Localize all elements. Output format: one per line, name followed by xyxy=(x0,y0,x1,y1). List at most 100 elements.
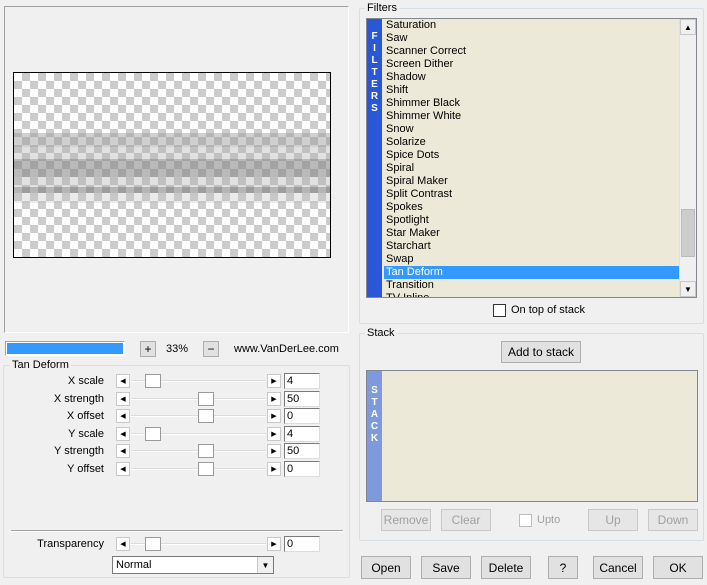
vertical-letter: S xyxy=(371,385,378,396)
param-slider[interactable]: ◀ ▶ xyxy=(116,443,281,460)
filter-item[interactable]: Snow xyxy=(384,123,679,136)
vanderlee-link[interactable]: www.VanDerLee.com xyxy=(234,342,339,356)
stack-list[interactable]: STACK xyxy=(366,370,698,502)
zoom-out-button[interactable]: − xyxy=(203,341,219,357)
delete-button[interactable]: Delete xyxy=(481,556,531,579)
zoom-value: 33% xyxy=(166,343,189,355)
param-value[interactable]: 0 xyxy=(284,461,320,477)
vertical-letter: S xyxy=(371,103,378,114)
param-value[interactable]: 0 xyxy=(284,408,320,425)
filter-item[interactable]: Swap xyxy=(384,253,679,266)
slider-left-icon[interactable]: ◀ xyxy=(116,391,130,406)
filter-item[interactable]: Tan Deform xyxy=(384,266,679,279)
params-title: Tan Deform xyxy=(10,359,71,371)
scroll-up-icon[interactable]: ▲ xyxy=(680,19,696,35)
param-value[interactable]: 50 xyxy=(284,390,320,407)
slider-left-icon[interactable]: ◀ xyxy=(116,537,130,551)
filter-item[interactable]: Spokes xyxy=(384,201,679,214)
slider-right-icon[interactable]: ▶ xyxy=(267,374,281,388)
stack-title: Stack xyxy=(365,327,397,339)
slider-thumb[interactable] xyxy=(198,409,214,424)
param-slider[interactable]: ◀ ▶ xyxy=(116,373,281,389)
param-slider[interactable]: ◀ ▶ xyxy=(116,425,281,442)
vertical-letter: T xyxy=(371,67,378,78)
vertical-letter: A xyxy=(370,409,379,420)
help-button[interactable]: ? xyxy=(548,556,578,579)
preview-band xyxy=(14,147,330,159)
blend-mode-value: Normal xyxy=(116,559,152,571)
filter-item[interactable]: Spiral Maker xyxy=(384,175,679,188)
slider-left-icon[interactable]: ◀ xyxy=(116,426,130,441)
filter-item[interactable]: Shimmer White xyxy=(384,110,679,123)
blend-mode-select[interactable]: Normal ▼ xyxy=(112,556,274,574)
filters-title: Filters xyxy=(365,2,399,14)
chevron-down-icon[interactable]: ▼ xyxy=(257,557,273,573)
vertical-letter: C xyxy=(370,421,379,432)
filter-item[interactable]: Star Maker xyxy=(384,227,679,240)
down-button[interactable]: Down xyxy=(648,509,698,531)
slider-right-icon[interactable]: ▶ xyxy=(267,409,281,424)
clear-button[interactable]: Clear xyxy=(441,509,491,531)
filter-item[interactable]: TV Inline xyxy=(384,292,679,297)
slider-right-icon[interactable]: ▶ xyxy=(267,426,281,441)
slider-right-icon[interactable]: ▶ xyxy=(267,444,281,459)
filter-item[interactable]: Saturation xyxy=(384,19,679,32)
filter-item[interactable]: Screen Dither xyxy=(384,58,679,71)
filter-item[interactable]: Spiral xyxy=(384,162,679,175)
ok-button[interactable]: OK xyxy=(653,556,703,579)
filter-item[interactable]: Split Contrast xyxy=(384,188,679,201)
cancel-button[interactable]: Cancel xyxy=(593,556,643,579)
param-value[interactable]: 4 xyxy=(284,425,320,442)
param-value[interactable]: 4 xyxy=(284,373,320,389)
remove-button[interactable]: Remove xyxy=(381,509,431,531)
transparency-slider[interactable]: ◀ ▶ xyxy=(116,536,281,552)
slider-thumb[interactable] xyxy=(198,462,214,476)
save-button[interactable]: Save xyxy=(421,556,471,579)
slider-thumb[interactable] xyxy=(198,391,214,406)
param-value[interactable]: 50 xyxy=(284,443,320,460)
on-top-checkbox[interactable] xyxy=(493,304,506,317)
filter-item[interactable]: Saw xyxy=(384,32,679,45)
zoom-in-button[interactable]: + xyxy=(140,341,156,357)
slider-right-icon[interactable]: ▶ xyxy=(267,537,281,551)
filter-item[interactable]: Solarize xyxy=(384,136,679,149)
add-to-stack-button[interactable]: Add to stack xyxy=(501,341,581,363)
slider-thumb[interactable] xyxy=(145,537,161,551)
up-button[interactable]: Up xyxy=(588,509,638,531)
filter-item[interactable]: Scanner Correct xyxy=(384,45,679,58)
slider-left-icon[interactable]: ◀ xyxy=(116,374,130,388)
slider-right-icon[interactable]: ▶ xyxy=(267,391,281,406)
slider-left-icon[interactable]: ◀ xyxy=(116,409,130,424)
upto-checkbox[interactable] xyxy=(519,514,532,527)
filter-item[interactable]: Shimmer Black xyxy=(384,97,679,110)
param-slider[interactable]: ◀ ▶ xyxy=(116,390,281,407)
filters-list[interactable]: FILTERS Saturation Saw Scanner Correct Scre… xyxy=(366,18,697,298)
param-slider[interactable]: ◀ ▶ xyxy=(116,408,281,425)
filter-item[interactable]: Starchart xyxy=(384,240,679,253)
slider-thumb[interactable] xyxy=(145,374,161,388)
param-row: X scale ◀ ▶ 4 xyxy=(6,373,321,389)
progress-fill xyxy=(7,343,123,354)
open-button[interactable]: Open xyxy=(361,556,411,579)
slider-thumb[interactable] xyxy=(198,444,214,459)
slider-left-icon[interactable]: ◀ xyxy=(116,462,130,476)
filters-scrollbar[interactable]: ▲ ▼ xyxy=(679,19,696,297)
slider-right-icon[interactable]: ▶ xyxy=(267,462,281,476)
filter-item[interactable]: Transition xyxy=(384,279,679,292)
vertical-letter: E xyxy=(371,79,378,90)
filter-item[interactable]: Shift xyxy=(384,84,679,97)
scroll-down-icon[interactable]: ▼ xyxy=(680,281,696,297)
filter-item[interactable]: Spice Dots xyxy=(384,149,679,162)
param-label: Y strength xyxy=(54,445,104,458)
transparency-value[interactable]: 0 xyxy=(284,536,320,552)
filter-item[interactable]: Shadow xyxy=(384,71,679,84)
slider-thumb[interactable] xyxy=(145,426,161,441)
param-slider[interactable]: ◀ ▶ xyxy=(116,461,281,477)
preview-band xyxy=(14,177,330,187)
filter-item[interactable]: Spotlight xyxy=(384,214,679,227)
param-label: Y offset xyxy=(67,463,104,475)
param-row: X offset ◀ ▶ 0 xyxy=(6,408,321,425)
preview-band xyxy=(14,193,330,203)
slider-left-icon[interactable]: ◀ xyxy=(116,444,130,459)
scroll-thumb[interactable] xyxy=(681,209,695,257)
